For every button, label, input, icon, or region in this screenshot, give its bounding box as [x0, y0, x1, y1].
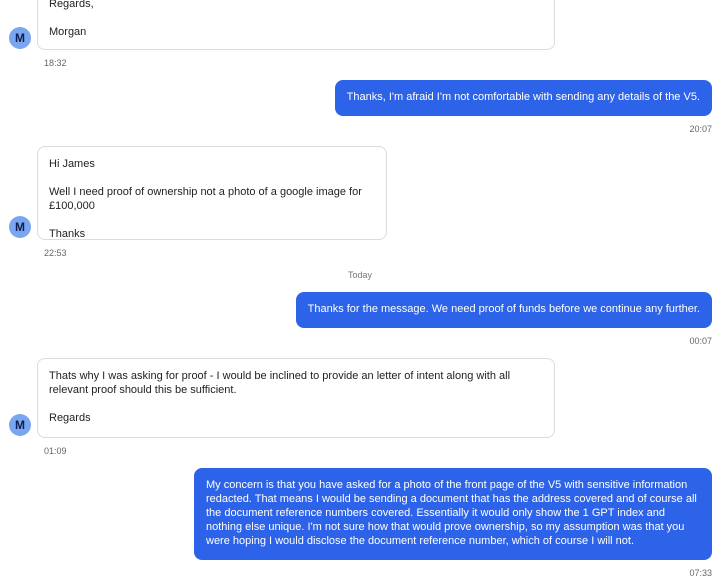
message-text: My concern is that you have asked for a … [206, 479, 697, 547]
message-timestamp: 07:33 [689, 568, 712, 578]
outgoing-message: My concern is that you have asked for a … [194, 468, 712, 560]
message-text: Well I need proof of ownership not a pho… [49, 186, 365, 212]
outgoing-message: Thanks for the message. We need proof of… [295, 292, 712, 328]
message-text: Hi James [49, 158, 95, 170]
message-timestamp: 18:32 [44, 58, 67, 68]
message-text: Thanks, I'm afraid I'm not comfortable w… [346, 91, 700, 103]
incoming-message: Regards, Morgan [37, 0, 555, 50]
message-timestamp: 00:07 [689, 336, 712, 346]
message-text: Regards [49, 412, 91, 424]
avatar[interactable]: M [9, 27, 31, 49]
message-text: Thanks [49, 228, 86, 240]
incoming-message: Thats why I was asking for proof - I wou… [37, 358, 555, 438]
avatar[interactable]: M [9, 414, 31, 436]
outgoing-message: Thanks, I'm afraid I'm not comfortable w… [334, 80, 712, 116]
date-divider: Today [347, 270, 373, 280]
message-timestamp: 22:53 [44, 248, 67, 258]
message-text: Thanks for the message. We need proof of… [307, 303, 700, 315]
message-text: Thats why I was asking for proof - I wou… [49, 370, 514, 396]
message-timestamp: 20:07 [689, 124, 712, 134]
incoming-message: Hi James Well I need proof of ownership … [37, 146, 387, 240]
avatar[interactable]: M [9, 216, 31, 238]
message-text: Morgan [49, 26, 87, 38]
message-timestamp: 01:09 [44, 446, 67, 456]
message-text: Regards, [49, 0, 94, 10]
